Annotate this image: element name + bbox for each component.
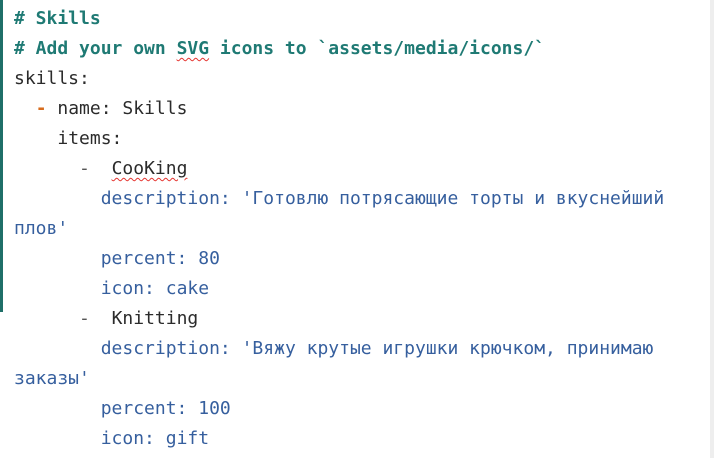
list-dash: - — [79, 308, 90, 329]
percent-key: percent: — [100, 248, 188, 269]
item-knitting-name-line: - Knitting — [14, 304, 708, 334]
section-name-value: Skills — [122, 98, 188, 119]
item-cooking-description-line: description: 'Готовлю потрясающие торты … — [14, 184, 708, 214]
list-dash: - — [79, 158, 90, 179]
item-knitting-icon-line: icon: gift — [14, 424, 708, 454]
comment-text-prefix: # Add your own — [14, 38, 177, 59]
items-key-line: items: — [14, 124, 708, 154]
description-key: description: — [100, 338, 231, 359]
item-knitting-description-line: description: 'Вяжу крутые игрушки крючко… — [14, 334, 708, 364]
list-dash: - — [35, 98, 47, 119]
description-value: 'Готовлю потрясающие торты и вкуснейший — [241, 188, 665, 209]
name-key: name: — [57, 98, 112, 119]
item-cooking-name-line: - CooKing — [14, 154, 708, 184]
skills-key: skills: — [14, 68, 90, 89]
description-value-wrap: плов' — [14, 218, 69, 239]
editor-scrollbar-track[interactable] — [710, 0, 714, 458]
section-name-line: - name: Skills — [14, 94, 708, 124]
item-cooking-icon-line: icon: cake — [14, 274, 708, 304]
icon-value: gift — [165, 428, 210, 449]
percent-value: 80 — [198, 248, 220, 269]
comment-line-skills: # Skills — [14, 8, 101, 29]
code-editor[interactable]: # Skills # Add your own SVG icons to `as… — [14, 4, 708, 454]
items-key: items: — [57, 128, 123, 149]
description-key: description: — [100, 188, 231, 209]
item-cooking-percent-line: percent: 80 — [14, 244, 708, 274]
comment-text-suffix: icons to `assets/media/icons/` — [209, 38, 546, 59]
spellcheck-word-cooking[interactable]: CooKing — [112, 158, 188, 179]
description-value: 'Вяжу крутые игрушки крючком, принимаю — [241, 338, 654, 359]
item-knitting-description-wrap-line: заказы' — [14, 364, 708, 394]
comment-line-svg-note: # Add your own SVG icons to `assets/medi… — [14, 34, 708, 64]
percent-value: 100 — [198, 398, 231, 419]
icon-key: icon: — [100, 428, 155, 449]
editor-gutter-bar — [0, 0, 3, 312]
icon-value: cake — [165, 278, 210, 299]
item-name-value: Knitting — [111, 308, 199, 329]
icon-key: icon: — [100, 278, 155, 299]
skills-key-line: skills: — [14, 64, 708, 94]
item-knitting-percent-line: percent: 100 — [14, 394, 708, 424]
percent-key: percent: — [100, 398, 188, 419]
description-value-wrap: заказы' — [14, 368, 90, 389]
spellcheck-word-svg[interactable]: SVG — [177, 38, 210, 59]
item-cooking-description-wrap-line: плов' — [14, 214, 708, 244]
